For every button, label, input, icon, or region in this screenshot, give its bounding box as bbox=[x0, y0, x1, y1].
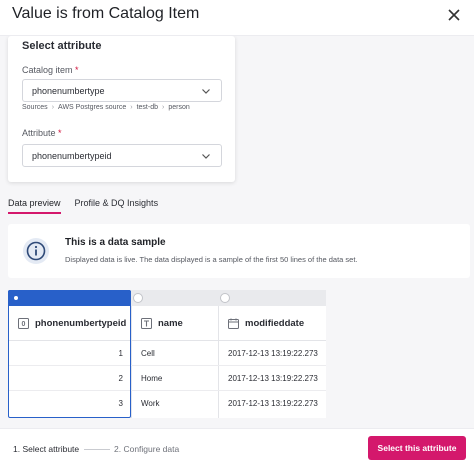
attribute-select[interactable]: phonenumbertypeid bbox=[22, 144, 222, 167]
table-cell: 2017-12-13 13:19:22.273 bbox=[218, 341, 326, 366]
table-cell: 3 bbox=[118, 399, 123, 408]
banner-text: Displayed data is live. The data display… bbox=[65, 255, 358, 264]
column-radio-phonenumbertypeid[interactable] bbox=[11, 293, 21, 303]
banner-title: This is a data sample bbox=[65, 237, 166, 248]
select-this-attribute-button[interactable]: Select this attribute bbox=[368, 436, 466, 460]
catalog-item-select[interactable]: phonenumbertype bbox=[22, 79, 222, 102]
svg-text:0: 0 bbox=[22, 321, 26, 328]
required-marker: * bbox=[58, 128, 62, 138]
breadcrumb-item[interactable]: test-db bbox=[137, 104, 158, 111]
breadcrumb-separator: › bbox=[162, 104, 165, 111]
step-configure-data: 2. Configure data bbox=[114, 444, 180, 454]
close-button[interactable] bbox=[444, 5, 464, 25]
tab-data-preview[interactable]: Data preview bbox=[8, 198, 61, 214]
column-strip bbox=[131, 290, 218, 306]
table-cell: 2017-12-13 13:19:22.273 bbox=[218, 366, 326, 391]
data-preview-table: 0 phonenumbertypeid name modifieddate 1 … bbox=[8, 290, 326, 418]
modal-header: Value is from Catalog Item bbox=[0, 0, 474, 36]
catalog-item-value: phonenumbertype bbox=[32, 86, 105, 96]
data-sample-banner: This is a data sample Displayed data is … bbox=[8, 224, 470, 278]
table-cell: Cell bbox=[131, 341, 218, 366]
required-marker: * bbox=[75, 65, 79, 75]
attribute-label: Attribute * bbox=[22, 128, 62, 138]
modal-content[interactable]: Select attribute Catalog item * phonenum… bbox=[0, 36, 474, 428]
table-cell: 2 bbox=[8, 366, 131, 391]
step-connector bbox=[84, 449, 110, 450]
column-header-label: name bbox=[158, 317, 183, 329]
column-strip bbox=[218, 290, 326, 306]
close-icon bbox=[448, 9, 460, 21]
chevron-down-icon bbox=[202, 154, 210, 159]
table-cell: 1 bbox=[8, 341, 131, 366]
attribute-value: phonenumbertypeid bbox=[32, 151, 112, 161]
step-select-attribute: 1. Select attribute bbox=[13, 444, 80, 454]
breadcrumb-separator: › bbox=[130, 104, 133, 111]
column-radio-name[interactable] bbox=[133, 293, 143, 303]
select-attribute-card: Select attribute Catalog item * phonenum… bbox=[8, 36, 235, 182]
attribute-label-text: Attribute bbox=[22, 128, 56, 138]
table-cell: Home bbox=[131, 366, 218, 391]
breadcrumb-item[interactable]: AWS Postgres source bbox=[58, 104, 126, 111]
number-type-icon: 0 bbox=[18, 317, 29, 329]
table-cell: 2017-12-13 13:19:22.273 bbox=[228, 399, 318, 408]
table-cell: Work bbox=[141, 399, 160, 408]
column-header-name[interactable]: name bbox=[131, 306, 218, 341]
column-header-phonenumbertypeid[interactable]: 0 phonenumbertypeid bbox=[8, 306, 131, 341]
breadcrumb-item[interactable]: Sources bbox=[22, 104, 48, 111]
column-header-label: phonenumbertypeid bbox=[35, 317, 127, 329]
preview-tabs: Data preview Profile & DQ Insights bbox=[8, 198, 158, 214]
modal-footer: 1. Select attribute 2. Configure data Se… bbox=[0, 428, 474, 465]
calendar-icon bbox=[228, 318, 239, 329]
text-type-icon bbox=[141, 317, 152, 329]
catalog-item-label: Catalog item * bbox=[22, 65, 79, 75]
catalog-item-label-text: Catalog item bbox=[22, 65, 73, 75]
selected-column-strip bbox=[8, 290, 131, 306]
column-header-modifieddate[interactable]: modifieddate bbox=[218, 306, 326, 341]
chevron-down-icon bbox=[202, 89, 210, 94]
catalog-breadcrumb: Sources › AWS Postgres source › test-db … bbox=[22, 104, 190, 111]
column-radio-modifieddate[interactable] bbox=[220, 293, 230, 303]
breadcrumb-separator: › bbox=[51, 104, 55, 111]
breadcrumb-item[interactable]: person bbox=[168, 104, 189, 111]
column-header-label: modifieddate bbox=[245, 317, 305, 329]
info-icon bbox=[23, 238, 49, 264]
modal-title: Value is from Catalog Item bbox=[12, 5, 200, 22]
tab-profile-dq-insights[interactable]: Profile & DQ Insights bbox=[75, 198, 159, 214]
card-heading: Select attribute bbox=[22, 40, 102, 52]
